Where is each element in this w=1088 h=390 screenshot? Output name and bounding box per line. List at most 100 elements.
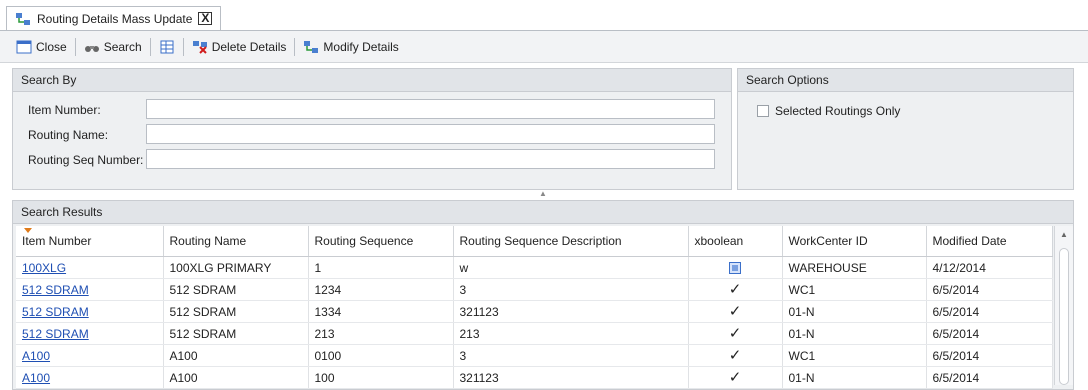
- routing-seq-label: Routing Seq Number:: [28, 153, 144, 167]
- routing-sequence-cell: 100: [308, 366, 454, 389]
- delete-details-icon: [192, 40, 208, 54]
- focused-checkbox-icon: [729, 262, 741, 275]
- checkmark-icon: ✓: [728, 369, 742, 386]
- search-label: Search: [103, 39, 142, 54]
- modify-details-icon: [303, 40, 319, 54]
- search-by-header: Search By: [13, 69, 731, 92]
- column-header-routing-sequence[interactable]: Routing Sequence: [308, 226, 454, 257]
- workcenter-id-cell: WC1: [782, 278, 927, 301]
- modified-date-cell: 6/5/2014: [926, 300, 1053, 323]
- close-button[interactable]: Close: [10, 35, 73, 59]
- grid-icon: [159, 40, 175, 54]
- tab-strip: Routing Details Mass Update X: [0, 0, 1088, 31]
- item-number-input[interactable]: [146, 99, 715, 119]
- column-header-xboolean[interactable]: xboolean: [688, 226, 783, 257]
- grid-button[interactable]: [153, 35, 181, 59]
- close-window-icon: [16, 40, 32, 54]
- column-header-routing-sequence-description[interactable]: Routing Sequence Description: [453, 226, 689, 257]
- item-number-cell[interactable]: 512 SDRAM: [16, 278, 164, 301]
- workcenter-id-cell: 01-N: [782, 300, 927, 323]
- routing-name-input[interactable]: [146, 124, 715, 144]
- modified-date-cell: 4/12/2014: [926, 256, 1053, 279]
- checkmark-icon: ✓: [728, 281, 742, 298]
- xboolean-cell[interactable]: ✓: [688, 344, 783, 367]
- item-number-cell[interactable]: 512 SDRAM: [16, 300, 164, 323]
- panel-splitter[interactable]: ▲: [12, 190, 1074, 198]
- close-label: Close: [36, 39, 67, 54]
- workcenter-id-cell: WC1: [782, 344, 927, 367]
- modify-details-button[interactable]: Modify Details: [297, 35, 404, 59]
- modified-date-cell: 6/5/2014: [926, 344, 1053, 367]
- routing-sequence-description-cell: 213: [453, 322, 689, 345]
- sort-indicator-icon: [24, 228, 32, 233]
- routing-sequence-cell: 213: [308, 322, 454, 345]
- routing-sequence-description-cell: w: [453, 256, 689, 279]
- grid-header-row: Item Number Routing Name Routing Sequenc…: [16, 226, 1053, 257]
- table-row[interactable]: 100XLG 100XLG PRIMARY 1 w WAREHOUSE 4/12/2014: [16, 256, 1053, 279]
- item-number-cell[interactable]: A100: [16, 366, 164, 389]
- column-header-item-number[interactable]: Item Number: [16, 226, 164, 257]
- selected-routings-only-checkbox[interactable]: [757, 105, 769, 117]
- table-row[interactable]: 512 SDRAM 512 SDRAM 1234 3 ✓ WC1 6/5/2014: [16, 278, 1053, 301]
- column-header-workcenter-id[interactable]: WorkCenter ID: [782, 226, 927, 257]
- item-number-cell[interactable]: A100: [16, 344, 164, 367]
- routing-icon: [15, 12, 31, 26]
- xboolean-cell[interactable]: ✓: [688, 366, 783, 389]
- routing-name-cell: A100: [163, 366, 309, 389]
- selected-routings-only-label: Selected Routings Only: [775, 104, 901, 118]
- toolbar-separator: [74, 37, 76, 56]
- routing-sequence-description-cell: 321123: [453, 366, 689, 389]
- table-row[interactable]: A100 A100 100 321123 ✓ 01-N 6/5/2014: [16, 366, 1053, 389]
- scroll-up-icon[interactable]: ▲: [1060, 230, 1068, 239]
- toolbar-separator: [294, 37, 296, 56]
- toolbar-separator: [149, 37, 151, 56]
- modified-date-cell: 6/5/2014: [926, 366, 1053, 389]
- close-tab-icon[interactable]: X: [198, 12, 213, 25]
- routing-seq-input[interactable]: [146, 149, 715, 169]
- results-grid: Item Number Routing Name Routing Sequenc…: [16, 226, 1053, 389]
- search-binoculars-icon: [84, 40, 100, 54]
- routing-sequence-cell: 1334: [308, 300, 454, 323]
- xboolean-cell[interactable]: [688, 256, 783, 279]
- document-tab[interactable]: Routing Details Mass Update X: [6, 6, 222, 30]
- column-header-routing-name[interactable]: Routing Name: [163, 226, 309, 257]
- column-header-modified-date[interactable]: Modified Date: [926, 226, 1053, 257]
- selected-routings-only-option[interactable]: Selected Routings Only: [757, 104, 900, 118]
- routing-name-cell: A100: [163, 344, 309, 367]
- table-row[interactable]: 512 SDRAM 512 SDRAM 213 213 ✓ 01-N 6/5/2014: [16, 322, 1053, 345]
- routing-name-cell: 512 SDRAM: [163, 300, 309, 323]
- routing-name-label: Routing Name:: [28, 128, 109, 142]
- routing-name-cell: 512 SDRAM: [163, 278, 309, 301]
- results-scrollbar[interactable]: ▲: [1054, 226, 1073, 385]
- search-results-header: Search Results: [13, 201, 1073, 224]
- modified-date-cell: 6/5/2014: [926, 322, 1053, 345]
- checkmark-icon: ✓: [728, 347, 742, 364]
- routing-sequence-cell: 0100: [308, 344, 454, 367]
- routing-sequence-description-cell: 3: [453, 278, 689, 301]
- search-button[interactable]: Search: [78, 35, 148, 59]
- search-options-header: Search Options: [738, 69, 1073, 92]
- routing-sequence-description-cell: 321123: [453, 300, 689, 323]
- toolbar-separator: [182, 37, 184, 56]
- modify-details-label: Modify Details: [323, 39, 399, 54]
- workcenter-id-cell: WAREHOUSE: [782, 256, 927, 279]
- delete-details-label: Delete Details: [211, 39, 287, 54]
- xboolean-cell[interactable]: ✓: [688, 278, 783, 301]
- checkmark-icon: ✓: [728, 325, 742, 342]
- routing-sequence-description-cell: 3: [453, 344, 689, 367]
- routing-sequence-cell: 1: [308, 256, 454, 279]
- item-number-cell[interactable]: 100XLG: [16, 256, 164, 279]
- toolbar: Close Search Delete Details Modify Detai…: [0, 31, 1088, 63]
- item-number-cell[interactable]: 512 SDRAM: [16, 322, 164, 345]
- routing-name-cell: 512 SDRAM: [163, 322, 309, 345]
- delete-details-button[interactable]: Delete Details: [186, 35, 293, 59]
- routing-name-cell: 100XLG PRIMARY: [163, 256, 309, 279]
- scrollbar-thumb[interactable]: [1059, 248, 1069, 385]
- xboolean-cell[interactable]: ✓: [688, 322, 783, 345]
- table-row[interactable]: 512 SDRAM 512 SDRAM 1334 321123 ✓ 01-N 6/5/201…: [16, 300, 1053, 323]
- tab-title: Routing Details Mass Update: [37, 11, 193, 26]
- routing-sequence-cell: 1234: [308, 278, 454, 301]
- modified-date-cell: 6/5/2014: [926, 278, 1053, 301]
- xboolean-cell[interactable]: ✓: [688, 300, 783, 323]
- table-row[interactable]: A100 A100 0100 3 ✓ WC1 6/5/2014: [16, 344, 1053, 367]
